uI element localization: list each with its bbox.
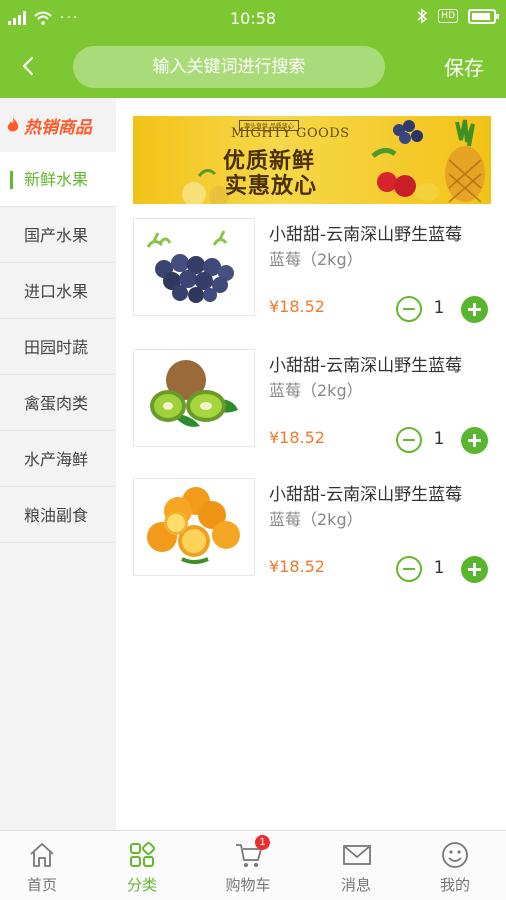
- decrease-quantity-button[interactable]: [396, 556, 422, 582]
- product-name: 小甜甜-云南深山野生蓝莓: [269, 225, 463, 245]
- banner-headline-2: 实惠放心: [225, 174, 318, 199]
- cart-badge: 1: [255, 835, 270, 850]
- product-price: ¥18.52: [269, 428, 325, 447]
- search-input[interactable]: 输入关键词进行搜索: [73, 46, 385, 88]
- active-indicator: [10, 171, 13, 189]
- product-spec: 蓝莓（2kg）: [269, 510, 363, 529]
- tab-messages[interactable]: 消息: [306, 831, 406, 900]
- sidebar-item-label: 进口水果: [24, 282, 89, 301]
- bluetooth-icon: [417, 8, 428, 24]
- increase-quantity-button[interactable]: [461, 296, 488, 323]
- product-image-oranges[interactable]: [133, 478, 255, 576]
- sidebar-item-label: 新鲜水果: [24, 170, 89, 189]
- hd-call-badge: HD: [438, 9, 458, 23]
- sidebar-item-grain-oil[interactable]: 粮油副食: [0, 488, 116, 543]
- sidebar-item-label: 水产海鲜: [24, 450, 89, 469]
- tab-home[interactable]: 首页: [0, 831, 92, 900]
- product-card[interactable]: 小甜甜-云南深山野生蓝莓 蓝莓（2kg） ¥18.52 1: [133, 218, 491, 328]
- tab-label: 购物车: [225, 876, 271, 894]
- increase-quantity-button[interactable]: [461, 556, 488, 583]
- hot-products-header[interactable]: 热销商品: [0, 98, 116, 152]
- sidebar-item-vegetables[interactable]: 田园时蔬: [0, 320, 116, 375]
- tab-label: 分类: [126, 876, 157, 894]
- sidebar-item-fresh-fruit[interactable]: 新鲜水果: [0, 152, 116, 207]
- status-bar: ··· 10:58 HD: [0, 0, 506, 38]
- banner-english-title: MIGHTY GOODS: [231, 126, 350, 141]
- quantity-value: 1: [433, 298, 445, 318]
- hot-products-label: 热销商品: [24, 117, 92, 138]
- product-card[interactable]: 小甜甜-云南深山野生蓝莓 蓝莓（2kg） ¥18.52 1: [133, 478, 491, 588]
- promo-banner[interactable]: 源头直供 品质放心 MIGHTY GOODS 优质新鲜 实惠放心: [133, 116, 491, 204]
- nav-bar: 输入关键词进行搜索 保存: [0, 38, 506, 98]
- app-header: ··· 10:58 HD 输入关键词进行搜索 保存: [0, 0, 506, 98]
- quantity-value: 1: [433, 429, 445, 449]
- product-price: ¥18.52: [269, 557, 325, 576]
- tab-label: 消息: [340, 876, 371, 894]
- product-name: 小甜甜-云南深山野生蓝莓: [269, 356, 463, 376]
- sidebar-item-domestic-fruit[interactable]: 国产水果: [0, 208, 116, 263]
- sidebar-item-label: 田园时蔬: [24, 338, 89, 357]
- increase-quantity-button[interactable]: [461, 427, 488, 454]
- tab-label: 首页: [26, 876, 57, 894]
- sidebar-item-imported-fruit[interactable]: 进口水果: [0, 264, 116, 319]
- tab-category[interactable]: 分类: [92, 831, 192, 900]
- sidebar-item-label: 禽蛋肉类: [24, 394, 89, 413]
- battery-icon: [468, 8, 499, 24]
- tab-label: 我的: [439, 876, 470, 894]
- banner-fruit-right: [371, 119, 485, 203]
- sidebar-item-poultry-meat[interactable]: 禽蛋肉类: [0, 376, 116, 431]
- decrease-quantity-button[interactable]: [396, 296, 422, 322]
- product-spec: 蓝莓（2kg）: [269, 250, 363, 269]
- product-image-kiwi[interactable]: [133, 349, 255, 447]
- category-icon: [130, 841, 156, 867]
- tab-profile[interactable]: 我的: [405, 831, 505, 900]
- product-image-blueberries[interactable]: [133, 218, 255, 316]
- save-button[interactable]: 保存: [444, 52, 484, 81]
- bottom-tab-bar: 首页 分类 1 购物车 消息 我的: [0, 830, 506, 900]
- quantity-value: 1: [433, 558, 445, 578]
- mail-icon: [343, 845, 371, 865]
- smiley-icon: [442, 842, 468, 868]
- product-spec: 蓝莓（2kg）: [269, 381, 363, 400]
- category-sidebar: 热销商品 新鲜水果 国产水果 进口水果 田园时蔬 禽蛋肉类 水产海鲜 粮油副食: [0, 98, 116, 830]
- flame-icon: [7, 117, 19, 132]
- product-name: 小甜甜-云南深山野生蓝莓: [269, 485, 463, 505]
- home-icon: [30, 843, 54, 867]
- sidebar-item-label: 国产水果: [24, 226, 89, 245]
- product-card[interactable]: 小甜甜-云南深山野生蓝莓 蓝莓（2kg） ¥18.52 1: [133, 349, 491, 459]
- tab-cart[interactable]: 1 购物车: [198, 831, 298, 900]
- back-icon[interactable]: [14, 50, 42, 82]
- decrease-quantity-button[interactable]: [396, 427, 422, 453]
- sidebar-item-seafood[interactable]: 水产海鲜: [0, 432, 116, 487]
- product-price: ¥18.52: [269, 297, 325, 316]
- sidebar-item-label: 粮油副食: [24, 506, 89, 525]
